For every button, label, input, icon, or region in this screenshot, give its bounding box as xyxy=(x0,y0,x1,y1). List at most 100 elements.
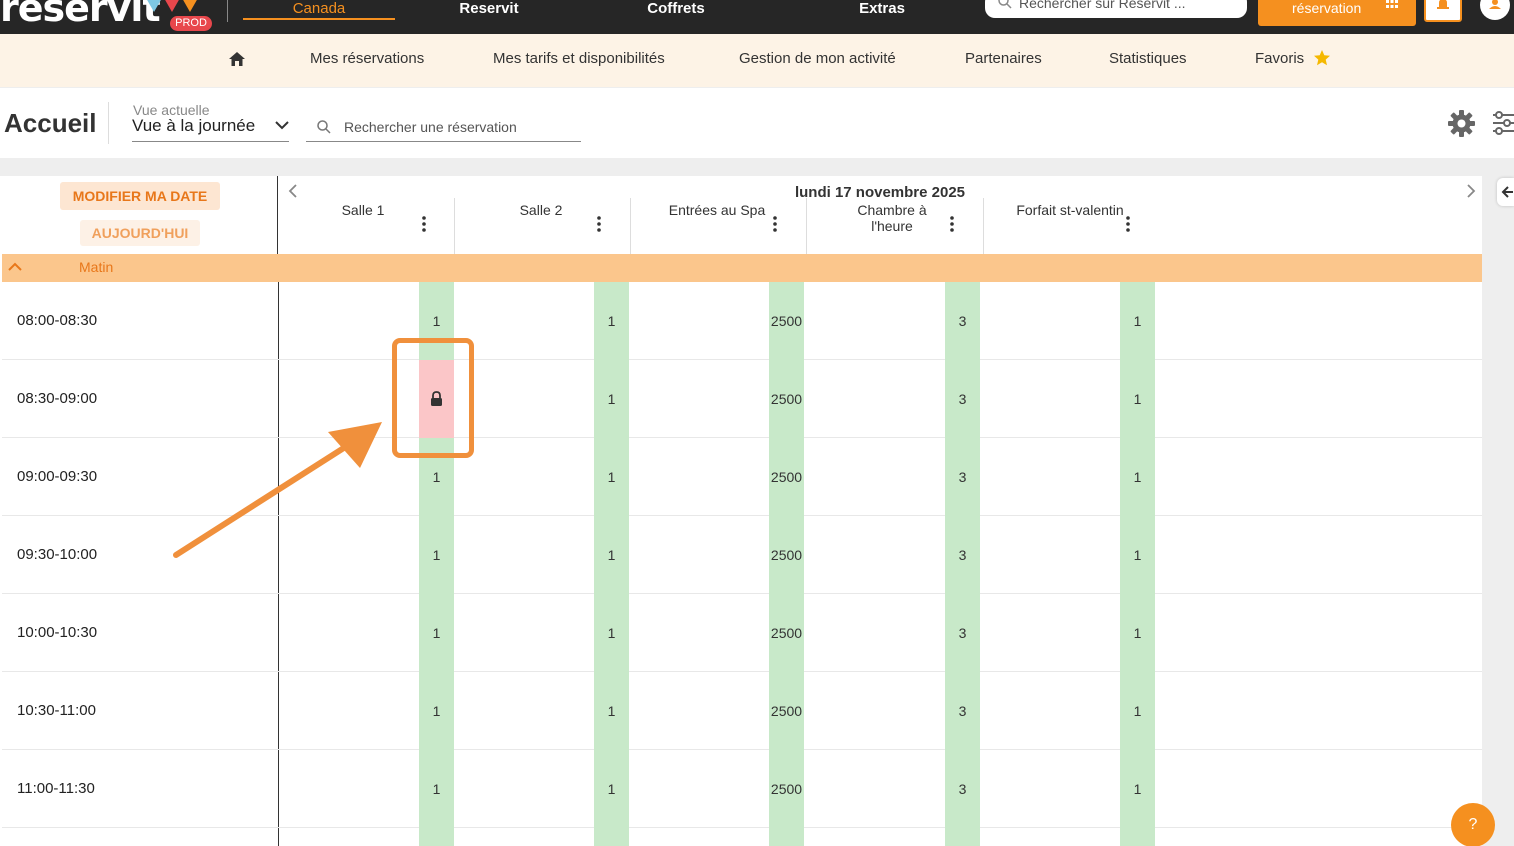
availability-cell[interactable] xyxy=(945,828,980,846)
availability-cell[interactable]: 1 xyxy=(594,594,629,672)
user-avatar[interactable] xyxy=(1480,0,1510,20)
availability-cell[interactable] xyxy=(1120,828,1155,846)
help-button[interactable]: ? xyxy=(1451,803,1495,846)
availability-cell[interactable]: 2500 xyxy=(769,516,804,594)
user-icon xyxy=(1489,0,1501,9)
section-matin[interactable]: Matin xyxy=(2,254,1482,282)
nav-statistiques[interactable]: Statistiques xyxy=(1109,50,1187,68)
availability-cell[interactable]: 1 xyxy=(1120,282,1155,360)
time-slot-label: 11:00-11:30 xyxy=(17,780,95,797)
chevron-right-icon[interactable] xyxy=(1466,184,1476,198)
availability-cell[interactable]: 2500 xyxy=(769,282,804,360)
filter-sliders-icon[interactable] xyxy=(1491,110,1514,137)
time-slot-label: 10:30-11:00 xyxy=(17,702,96,719)
home-icon[interactable] xyxy=(228,51,246,67)
time-slot-label: 08:30-09:00 xyxy=(17,390,98,407)
availability-cell[interactable] xyxy=(419,828,454,846)
search-icon xyxy=(317,120,331,134)
column-label: Entrées au Spa xyxy=(668,202,766,218)
notifications-button[interactable] xyxy=(1424,0,1462,22)
today-button[interactable]: AUJOURD'HUI xyxy=(80,220,200,246)
main-nav: Mes réservations Mes tarifs et disponibi… xyxy=(0,34,1514,88)
availability-cell[interactable] xyxy=(769,828,804,846)
availability-cell[interactable]: 1 xyxy=(419,516,454,594)
availability-cell[interactable]: 1 xyxy=(594,360,629,438)
column-menu-icon[interactable] xyxy=(597,216,601,232)
topnav-extras[interactable]: Extras xyxy=(840,0,924,20)
table-row: 10:30-11:00 1 1 2500 3 1 xyxy=(2,672,1482,750)
availability-cell[interactable]: 1 xyxy=(594,282,629,360)
availability-cell[interactable]: 1 xyxy=(594,516,629,594)
gear-icon[interactable] xyxy=(1448,110,1475,137)
availability-cell[interactable]: 1 xyxy=(1120,672,1155,750)
annotation-arrow-icon xyxy=(173,422,382,558)
column-header-salle-2: Salle 2 xyxy=(476,198,606,254)
new-reservation-label: réservation xyxy=(1292,0,1362,16)
time-slot-label: 10:00-10:30 xyxy=(17,624,98,641)
star-icon xyxy=(1314,50,1330,66)
nav-mes-reservations[interactable]: Mes réservations xyxy=(310,50,424,68)
spacer xyxy=(0,158,1514,176)
reservation-search-input[interactable]: Rechercher une réservation xyxy=(306,116,581,142)
availability-cell[interactable]: 3 xyxy=(945,750,980,828)
column-label: Salle 2 xyxy=(519,202,563,218)
column-menu-icon[interactable] xyxy=(422,216,426,232)
column-header-entrees-spa: Entrées au Spa xyxy=(652,198,782,254)
availability-cell[interactable]: 1 xyxy=(594,672,629,750)
reservit-logo[interactable]: reservit xyxy=(0,0,161,30)
env-badge: PROD xyxy=(170,16,212,31)
logo-hearts-icon xyxy=(147,0,197,12)
topnav-reservit[interactable]: Reservit xyxy=(440,0,538,20)
availability-cell[interactable]: 2500 xyxy=(769,672,804,750)
topnav-canada[interactable]: Canada xyxy=(243,0,395,20)
availability-cell[interactable]: 1 xyxy=(1120,360,1155,438)
divider xyxy=(227,0,228,22)
global-search-input[interactable]: Rechercher sur Reservit ... xyxy=(985,0,1247,18)
availability-cell[interactable]: 2500 xyxy=(769,438,804,516)
column-label: Chambre à l'heure xyxy=(857,202,927,234)
column-divider xyxy=(983,198,984,254)
column-menu-icon[interactable] xyxy=(773,216,777,232)
side-panel-rail xyxy=(1482,176,1514,846)
availability-cell[interactable]: 2500 xyxy=(769,360,804,438)
view-select-value: Vue à la journée xyxy=(132,116,256,135)
column-header-chambre-heure: Chambre à l'heure xyxy=(842,198,942,254)
availability-cell[interactable]: 1 xyxy=(1120,516,1155,594)
column-header-forfait-st-valentin: Forfait st-valentin xyxy=(1000,198,1140,254)
side-panel-toggle[interactable] xyxy=(1497,178,1514,206)
new-reservation-button[interactable]: réservation xyxy=(1258,0,1416,26)
availability-cell[interactable]: 3 xyxy=(945,360,980,438)
availability-cell[interactable]: 2500 xyxy=(769,594,804,672)
nav-tarifs-disponibilites[interactable]: Mes tarifs et disponibilités xyxy=(493,50,665,68)
availability-cell[interactable]: 1 xyxy=(1120,438,1155,516)
table-row xyxy=(2,828,1482,846)
availability-cell[interactable]: 1 xyxy=(419,594,454,672)
availability-cell[interactable]: 1 xyxy=(594,750,629,828)
column-divider xyxy=(630,198,631,254)
availability-cell[interactable]: 2500 xyxy=(769,750,804,828)
availability-cell[interactable]: 1 xyxy=(1120,750,1155,828)
nav-partenaires[interactable]: Partenaires xyxy=(965,50,1042,68)
section-label: Matin xyxy=(79,259,114,275)
calendar-icon xyxy=(1386,0,1398,8)
column-menu-icon[interactable] xyxy=(950,216,954,232)
availability-cell[interactable]: 1 xyxy=(1120,594,1155,672)
top-bar: reservit PROD Canada Reservit Coffrets E… xyxy=(0,0,1514,34)
availability-cell[interactable] xyxy=(594,828,629,846)
availability-cell[interactable]: 3 xyxy=(945,282,980,360)
availability-cell[interactable]: 3 xyxy=(945,672,980,750)
column-menu-icon[interactable] xyxy=(1126,216,1130,232)
time-slot-label: 08:00-08:30 xyxy=(17,312,98,329)
availability-cell[interactable]: 1 xyxy=(419,672,454,750)
availability-cell[interactable]: 3 xyxy=(945,516,980,594)
nav-gestion-activite[interactable]: Gestion de mon activité xyxy=(739,50,896,68)
nav-favoris[interactable]: Favoris xyxy=(1255,50,1304,68)
chevron-up-icon[interactable] xyxy=(8,262,22,272)
topnav-coffrets[interactable]: Coffrets xyxy=(626,0,726,20)
modify-date-button[interactable]: MODIFIER MA DATE xyxy=(60,182,220,210)
availability-cell[interactable]: 1 xyxy=(594,438,629,516)
availability-cell[interactable]: 1 xyxy=(419,750,454,828)
availability-cell[interactable]: 3 xyxy=(945,594,980,672)
availability-cell[interactable]: 3 xyxy=(945,438,980,516)
view-select[interactable]: Vue à la journée xyxy=(132,116,289,142)
